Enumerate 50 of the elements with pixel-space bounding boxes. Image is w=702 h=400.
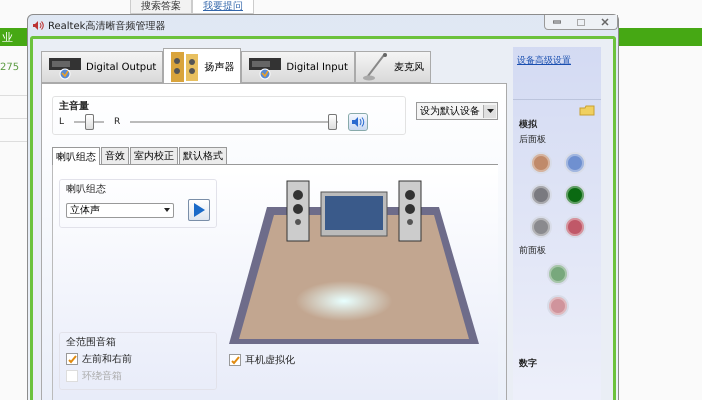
- audio-jack-icon[interactable]: [530, 184, 552, 206]
- device-tab[interactable]: 扬声器: [163, 48, 242, 84]
- caret-icon: [164, 208, 170, 212]
- full-range-label: 全范围音箱: [66, 336, 117, 349]
- mute-button[interactable]: [348, 113, 368, 131]
- count-text: 275: [0, 62, 20, 73]
- back-panel-label: 后面板: [519, 134, 547, 146]
- speaker-config-dropdown[interactable]: 立体声: [66, 202, 174, 218]
- device-tab[interactable]: Digital Output: [41, 51, 164, 83]
- speaker-icon: [351, 116, 366, 128]
- speaker-icon: [32, 20, 44, 31]
- volume-label: 主音量: [59, 99, 90, 113]
- advanced-settings-link[interactable]: 设备高级设置: [517, 56, 571, 66]
- balance-slider-thumb[interactable]: [85, 114, 94, 130]
- web-tab[interactable]: 搜索答案: [130, 0, 192, 14]
- settings-tab[interactable]: 默认格式: [179, 147, 227, 164]
- close-icon: [601, 18, 609, 26]
- minimize-icon: [553, 20, 561, 24]
- audio-jack-icon[interactable]: [530, 152, 552, 174]
- audio-jack-icon[interactable]: [564, 184, 586, 206]
- audio-jack-icon[interactable]: [564, 216, 586, 238]
- volume-slider-thumb[interactable]: [328, 114, 338, 130]
- check-icon: [68, 354, 76, 364]
- settings-tab[interactable]: 室内校正: [130, 147, 178, 164]
- play-icon: [193, 203, 205, 217]
- device-tab[interactable]: 麦克风: [354, 51, 431, 83]
- microphone-icon: [362, 52, 390, 82]
- window-title: Realtek高清晰音频管理器: [48, 20, 166, 32]
- settings-tab[interactable]: 喇叭组态: [52, 147, 100, 165]
- settings-tab[interactable]: 音效: [101, 147, 129, 164]
- audio-jack-icon[interactable]: [564, 152, 586, 174]
- check-icon: [230, 356, 240, 364]
- folder-icon[interactable]: [579, 104, 595, 116]
- device-tab[interactable]: Digital Input: [241, 51, 355, 83]
- audio-jack-icon[interactable]: [530, 216, 552, 238]
- speaker-checkbox[interactable]: 左前和右前: [66, 352, 210, 366]
- config-label: 喇叭组态: [66, 182, 107, 196]
- front-panel-label: 前面板: [519, 244, 547, 257]
- analog-label: 模拟: [519, 118, 538, 131]
- speakers-icon: [170, 50, 200, 82]
- web-tab[interactable]: 我要提问: [192, 0, 254, 14]
- default-device-dropdown[interactable]: 设为默认设备: [416, 102, 498, 120]
- right-label: R: [114, 117, 120, 127]
- caret-icon: [486, 109, 494, 113]
- headphone-checkbox[interactable]: 耳机虚拟化: [229, 353, 479, 367]
- maximize-icon: [577, 18, 585, 26]
- digital-label: 数字: [519, 357, 538, 370]
- audio-jack-icon[interactable]: [547, 263, 569, 285]
- left-label: L: [59, 117, 64, 127]
- play-button[interactable]: [188, 199, 210, 221]
